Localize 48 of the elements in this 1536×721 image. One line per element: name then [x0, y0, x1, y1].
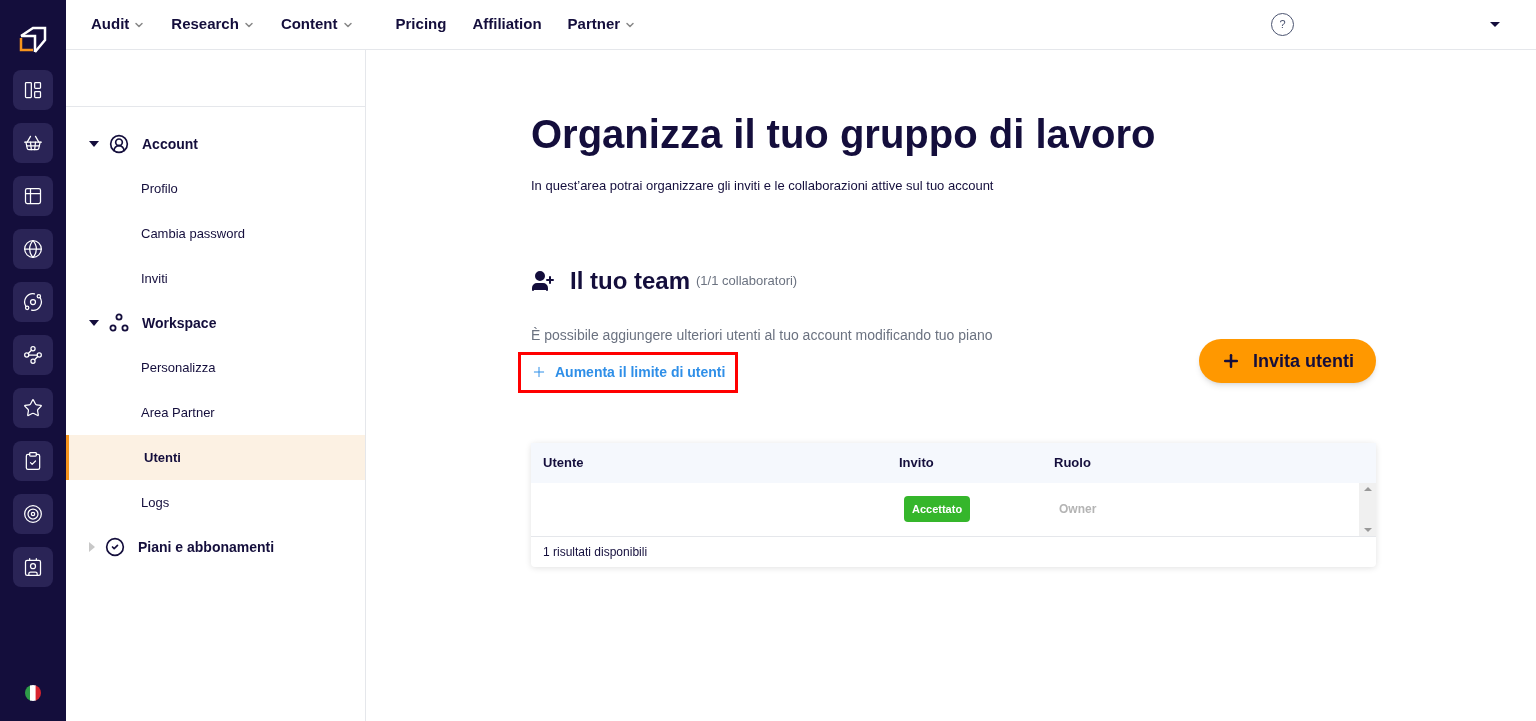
plus-icon [1221, 351, 1241, 371]
nav-menu-item[interactable]: Partner [567, 13, 637, 36]
nav-menu-item[interactable]: Research [171, 13, 255, 36]
check-circle-icon [105, 537, 125, 557]
globe-icon[interactable] [13, 229, 53, 269]
sidebar-section[interactable]: Account [66, 132, 365, 156]
sidebar-item[interactable]: Profilo [66, 166, 365, 211]
expanded-caret-icon [89, 141, 99, 147]
italy-flag-icon[interactable] [25, 685, 41, 701]
role-cell-text: Owner [1059, 501, 1097, 518]
sidebar-item[interactable]: Personalizza [66, 345, 365, 390]
sidebar-section[interactable]: Piani e abbonamenti [66, 535, 365, 559]
column-header: Utente [542, 453, 585, 472]
sidebar-item[interactable]: Area Partner [66, 390, 365, 435]
page-title: Organizza il tuo gruppo di lavoro [531, 111, 1157, 158]
results-count: 1 risultati disponibili [542, 543, 649, 561]
basket-icon[interactable] [13, 123, 53, 163]
page-subtitle: In quest’area potrai organizzare gli inviti e le collaborazioni attive sul tuo account [531, 177, 995, 195]
column-header: Invito [899, 453, 935, 472]
sidebar-item[interactable]: Inviti [66, 256, 365, 301]
user-circle-icon [109, 134, 129, 154]
invite-users-button[interactable]: Invita utenti [1199, 339, 1376, 383]
nav-menu-item[interactable]: Pricing [395, 13, 447, 36]
planet-icon[interactable] [13, 282, 53, 322]
graph-icon[interactable] [13, 335, 53, 375]
info-text: È possibile aggiungere ulteriori utenti al tuo account modificando tuo piano [531, 325, 993, 345]
status-badge: Accettato [904, 495, 971, 523]
portrait-icon[interactable] [13, 547, 53, 587]
nodes-icon [109, 313, 129, 333]
nav-menu-item[interactable]: Audit [91, 13, 146, 36]
sidebar-item[interactable]: Cambia password [66, 211, 365, 256]
expanded-caret-icon [89, 320, 99, 326]
team-count: (1/1 collaboratori) [696, 271, 798, 290]
checklist-icon[interactable] [13, 441, 53, 481]
sidebar-item[interactable]: Logs [66, 480, 365, 525]
section-title: Il tuo team [570, 265, 690, 296]
nav-menu-item[interactable]: Affiliation [472, 13, 542, 36]
sidebar-item[interactable]: Utenti [66, 435, 365, 480]
sidebar-section[interactable]: Workspace [66, 311, 365, 335]
collapsed-caret-icon [89, 542, 95, 552]
nav-menu-item[interactable]: Content [280, 13, 354, 36]
caret-icon[interactable] [1490, 22, 1500, 27]
layout-icon[interactable] [13, 70, 53, 110]
add-user-icon [531, 268, 555, 293]
plus-icon [531, 364, 547, 380]
target-icon[interactable] [13, 494, 53, 534]
column-header: Ruolo [1054, 453, 1091, 472]
table-icon[interactable] [13, 176, 53, 216]
